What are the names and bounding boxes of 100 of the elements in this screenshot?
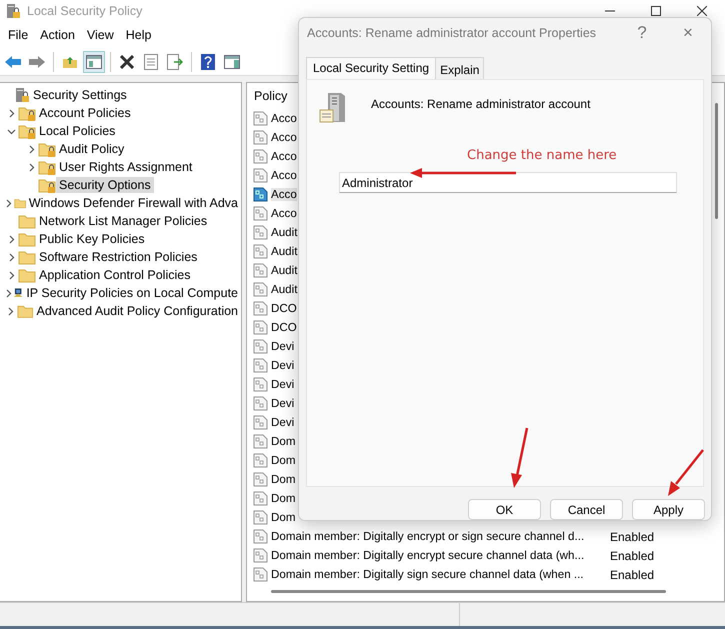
expand-chevron-icon[interactable] [4,198,14,208]
expand-chevron-icon[interactable] [4,288,13,298]
tree-item[interactable]: Security Settings [30,87,130,103]
tree-item[interactable]: Public Key Policies [36,231,148,247]
policy-name[interactable]: Acco [271,150,297,163]
folder-icon [18,231,36,247]
vertical-scrollbar[interactable] [715,103,718,219]
menu-item[interactable]: Action [34,28,81,42]
policy-name[interactable]: Dom [271,454,296,467]
locked-folder-icon [18,123,36,139]
expand-chevron-icon[interactable] [6,270,16,280]
account-name-field[interactable]: Administrator [339,172,677,193]
policy-name[interactable]: Acco [271,169,297,182]
tree-item[interactable]: Windows Defender Firewall with Adva [26,195,241,211]
dialog-title: Accounts: Rename administrator account Properties [307,26,596,40]
locked-folder-icon [18,105,36,121]
tree-item[interactable]: Security Options [56,177,154,193]
policy-name[interactable]: Devi [271,378,294,391]
horizontal-scrollbar[interactable] [271,590,666,593]
policy-name[interactable]: Acco [271,131,297,144]
tree-item[interactable]: Application Control Policies [36,267,194,283]
tree-item[interactable]: Advanced Audit Policy Configuration [33,303,241,319]
policy-icon [253,548,268,563]
menu-item[interactable]: File [2,28,34,42]
policy-icon [253,225,268,240]
policy-name[interactable]: Dom [271,473,296,486]
tab[interactable]: Explain [435,57,484,79]
locked-server-icon [14,86,30,104]
locked-folder-icon [38,177,56,193]
policy-name[interactable]: Domain member: Digitally encrypt or sign secure channel d... [271,530,584,543]
menu-item[interactable]: View [80,28,120,42]
policy-icon [253,491,268,506]
expand-chevron-icon[interactable] [26,144,36,154]
security-setting: Enabled [610,548,656,562]
policy-icon [253,377,268,392]
annotation-arrow [511,428,528,488]
policy-name[interactable]: Audit [271,245,298,258]
tree-item[interactable]: IP Security Policies on Local Compute [23,285,241,301]
help-button[interactable]: ? [619,23,665,43]
server-icon [319,92,347,124]
policy-icon [253,130,268,145]
tree-item[interactable]: Account Policies [36,105,134,121]
policy-name[interactable]: Domain member: Digitally encrypt secure channel data (wh... [271,549,584,562]
dialog-button[interactable]: Apply [632,499,705,520]
tab[interactable]: Local Security Setting [306,57,436,79]
dialog-button[interactable]: Cancel [550,499,623,520]
policy-icon [253,206,268,221]
security-setting: Enabled [610,530,656,544]
policy-icon [253,396,268,411]
expand-chevron-icon[interactable] [6,108,16,118]
policy-icon [253,168,268,183]
policy-name[interactable]: Domain member: Digitally sign secure channel data (when ... [271,568,584,581]
menu-item[interactable]: Help [120,28,158,42]
tree-item[interactable]: Local Policies [36,123,118,139]
policy-icon [253,567,268,582]
policy-name[interactable]: Dom [271,511,296,524]
policy-name[interactable]: Devi [271,359,294,372]
close-button[interactable]: × [665,23,711,43]
expand-chevron-icon[interactable] [6,306,15,316]
annotation-arrow [668,449,704,496]
expand-chevron-icon[interactable] [6,234,16,244]
policy-icon [253,472,268,487]
policy-name[interactable]: DCO [271,302,297,315]
policy-name[interactable]: Acco [271,112,297,125]
policy-name[interactable]: Devi [271,416,294,429]
policy-name[interactable]: Dom [271,435,296,448]
policy-icon [253,320,268,335]
policy-icon [253,111,268,126]
locked-folder-icon [38,141,56,157]
policy-name[interactable]: Devi [271,340,294,353]
policy-name[interactable]: Devi [271,397,294,410]
tree-item[interactable]: Software Restriction Policies [36,249,200,265]
policy-name[interactable]: Dom [271,492,296,505]
folder-icon [18,249,36,265]
tree-item[interactable]: Audit Policy [56,141,128,157]
policy-icon [253,510,268,525]
dialog-button[interactable]: OK [468,499,541,520]
policy-name[interactable]: Audit [271,264,298,277]
policy-icon [253,434,268,449]
policy-icon [253,415,268,430]
tree-pane-icon[interactable] [83,50,105,72]
policy-icon [253,529,268,544]
collapse-chevron-icon[interactable] [6,126,16,136]
folder-icon [18,213,36,229]
policy-name[interactable]: Acco [271,188,297,201]
tree-item[interactable]: Network List Manager Policies [36,213,210,229]
policy-name[interactable]: Audit [271,226,298,239]
security-setting: Enabled [610,568,656,582]
tree-item[interactable]: User Rights Assignment [56,159,196,175]
expand-chevron-icon[interactable] [26,162,36,172]
expand-chevron-icon[interactable] [6,252,16,262]
policy-name[interactable]: Acco [271,207,297,220]
folder-icon [16,303,34,319]
policy-icon [253,301,268,316]
locked-server-icon [5,2,21,20]
policy-name[interactable]: Audit [271,283,298,296]
policy-icon [253,244,268,259]
policy-icon [253,263,268,278]
policy-name[interactable]: DCO [271,321,297,334]
maximize-icon [651,6,661,16]
